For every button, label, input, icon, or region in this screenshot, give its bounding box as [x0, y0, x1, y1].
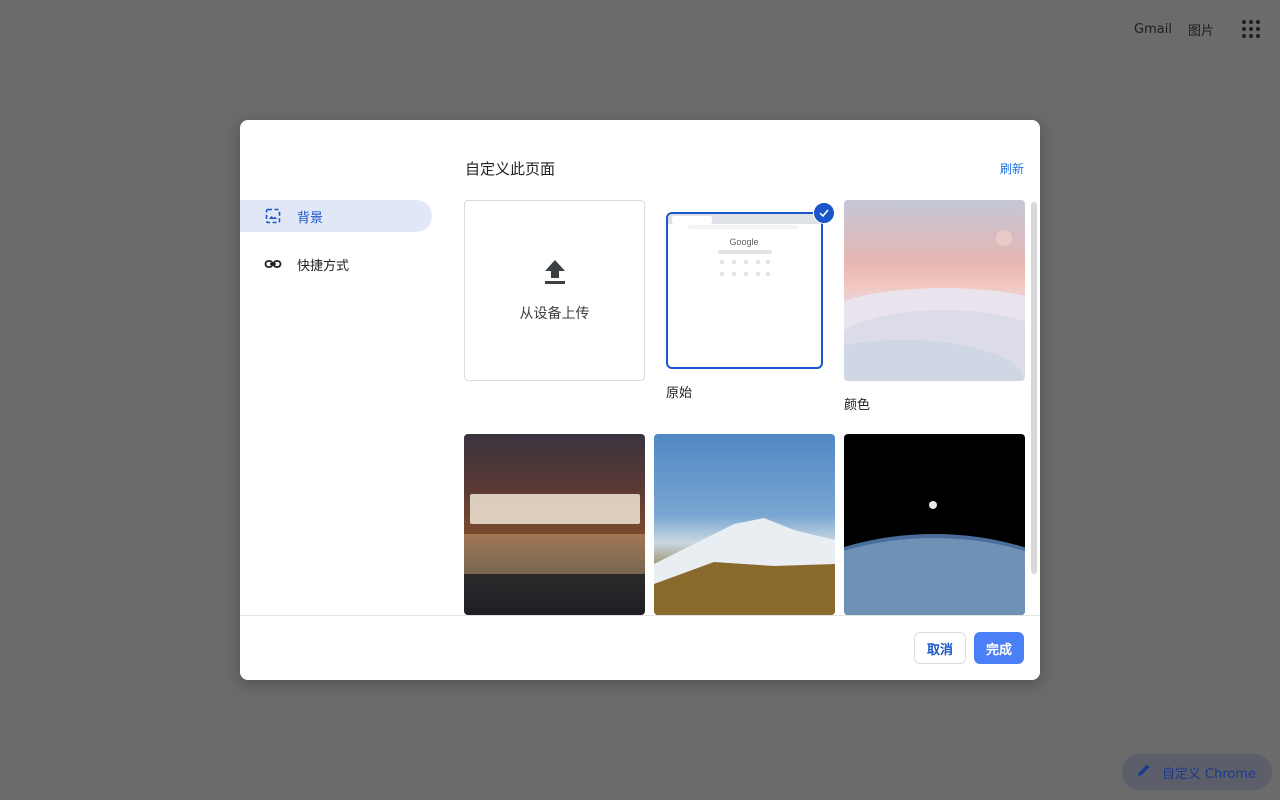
customize-chrome-label: 自定义 Chrome	[1161, 766, 1256, 782]
upload-label: 从设备上传	[519, 305, 590, 322]
marquee-sign	[470, 494, 640, 524]
pencil-icon	[1136, 762, 1152, 782]
cancel-button[interactable]: 取消	[914, 632, 966, 664]
moon-shape	[996, 230, 1012, 246]
top-bar: Gmail 图片	[1134, 18, 1262, 40]
customize-chrome-button[interactable]: 自定义 Chrome	[1121, 754, 1272, 790]
done-button[interactable]: 完成	[974, 632, 1024, 664]
background-grid: 从设备上传 Google 原始 颜色	[464, 200, 1026, 616]
link-icon	[264, 255, 282, 273]
color-theme-tile[interactable]	[844, 200, 1025, 381]
grid-scrollbar[interactable]	[1031, 202, 1037, 574]
sidebar-item-label: 背景	[297, 210, 324, 226]
gmail-link[interactable]: Gmail	[1134, 22, 1172, 37]
customize-dialog: 背景 快捷方式 自定义此页面 刷新 从设备上传 Google 原始 颜色 取消 …	[240, 120, 1040, 680]
browser-preview-thumbnail: Google	[668, 214, 821, 277]
images-link[interactable]: 图片	[1188, 20, 1214, 39]
refresh-link[interactable]: 刷新	[1000, 160, 1024, 177]
original-theme-tile[interactable]: Google	[666, 212, 823, 369]
space-earth-photo[interactable]	[844, 434, 1025, 615]
earth-horizon	[844, 501, 1025, 615]
upload-icon	[543, 259, 567, 289]
wallpaper-icon	[264, 207, 282, 225]
mountain-peaks	[654, 518, 835, 615]
selected-check-icon	[813, 202, 835, 224]
dialog-sidebar: 背景 快捷方式	[240, 200, 432, 296]
sidebar-item-background[interactable]: 背景	[240, 200, 432, 232]
original-label: 原始	[666, 386, 693, 401]
theater-entrance	[464, 534, 645, 574]
upload-from-device-tile[interactable]: 从设备上传	[464, 200, 645, 381]
dialog-footer: 取消 完成	[240, 615, 1040, 680]
sidebar-item-shortcuts[interactable]: 快捷方式	[240, 248, 432, 280]
mountain-photo[interactable]	[654, 434, 835, 615]
sidebar-item-label: 快捷方式	[297, 258, 350, 274]
apps-grid-icon[interactable]	[1240, 18, 1262, 40]
chicago-theater-photo[interactable]	[464, 434, 645, 615]
dialog-title: 自定义此页面	[465, 160, 556, 178]
color-label: 颜色	[844, 398, 871, 413]
preview-google-logo: Google	[729, 237, 758, 247]
